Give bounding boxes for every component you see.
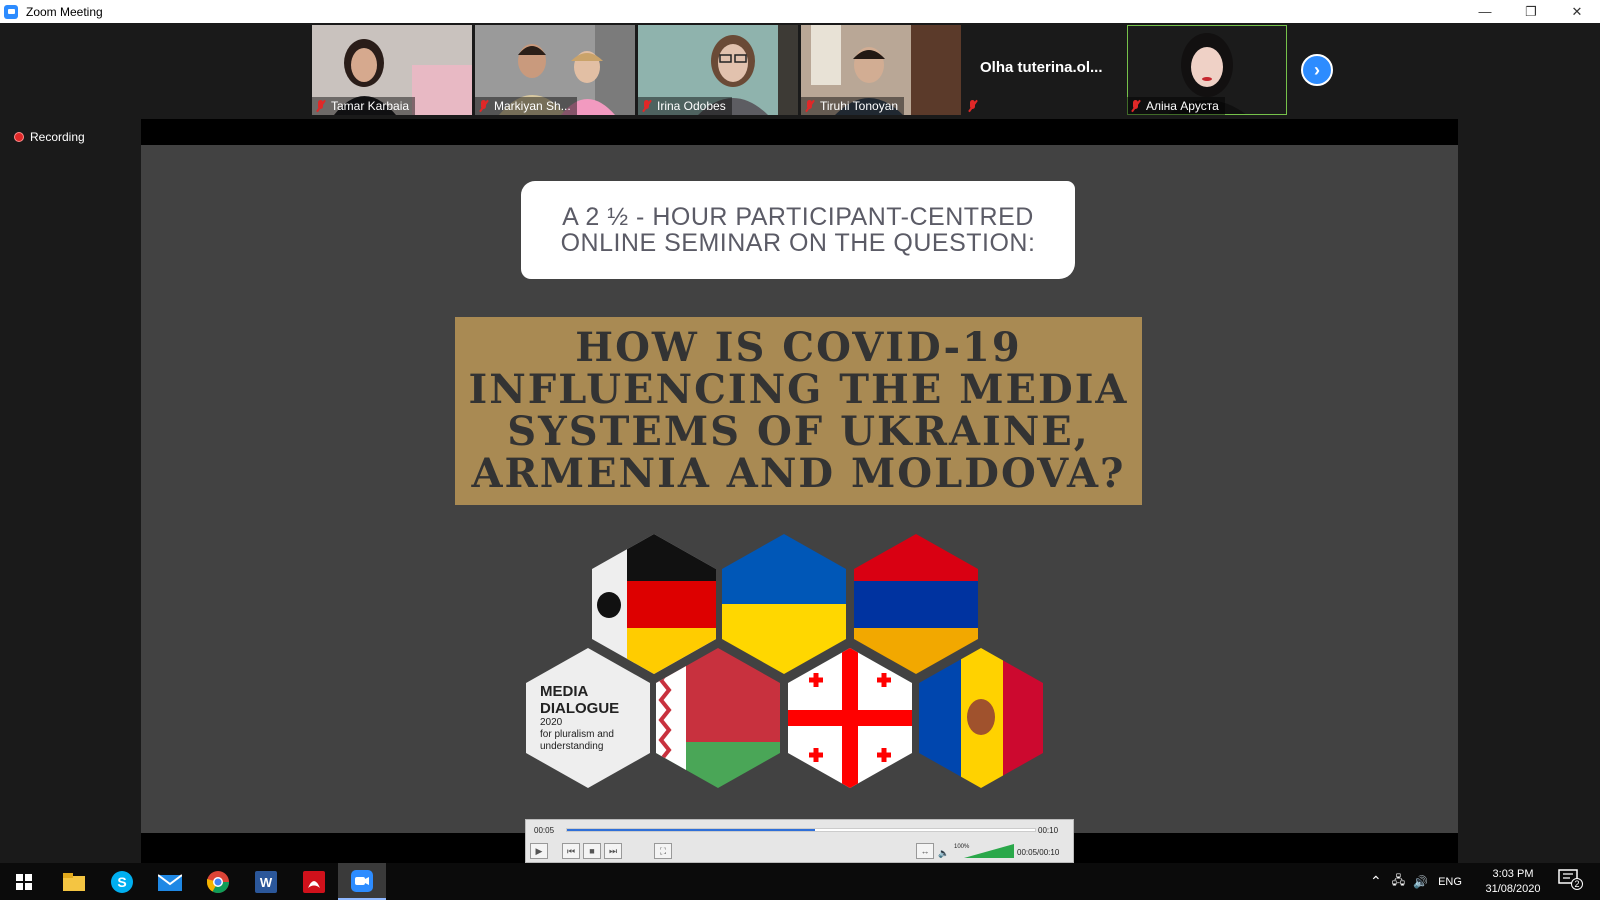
stretch-icon: ↔ — [920, 846, 930, 856]
mic-muted-icon — [1131, 100, 1140, 112]
window-title: Zoom Meeting — [26, 4, 103, 19]
mic-muted-icon — [968, 100, 977, 112]
elapsed-time: 00:05 — [534, 826, 555, 835]
taskbar-clock[interactable]: 3:03 PM 31/08/2020 — [1478, 867, 1548, 897]
georgia-flag-hexagon — [788, 648, 912, 788]
svg-text:S: S — [117, 874, 126, 890]
folder-icon — [63, 872, 85, 891]
windows-start-button[interactable] — [0, 863, 48, 900]
participant-tile[interactable]: Tiruhi Tonoyan — [801, 25, 961, 115]
participant-tile-active-speaker[interactable]: Аліна Аруста — [1127, 25, 1287, 115]
participant-tile[interactable]: Irina Odobes — [638, 25, 798, 115]
window-titlebar: Zoom Meeting — ❐ ✕ — [0, 0, 1600, 23]
taskbar-skype[interactable]: S — [98, 863, 146, 900]
skype-icon: S — [111, 870, 133, 893]
taskbar-mail[interactable] — [146, 863, 194, 900]
taskbar-zoom[interactable] — [338, 863, 386, 900]
windows-logo-icon — [16, 873, 32, 890]
moldova-flag-hexagon — [919, 648, 1043, 788]
skip-forward-icon: ⏭ — [608, 845, 618, 856]
participant-tile[interactable]: Tamar Karbaia — [312, 25, 472, 115]
armenia-flag-hexagon — [854, 534, 978, 674]
clock-date: 31/08/2020 — [1485, 883, 1541, 895]
fullscreen-button[interactable]: ⛶ — [654, 843, 672, 859]
recording-label: Recording — [30, 130, 85, 144]
participant-name: Tamar Karbaia — [331, 99, 410, 113]
word-icon: W — [255, 870, 277, 893]
zoom-icon — [351, 869, 373, 892]
volume-slider[interactable] — [964, 842, 1014, 858]
participant-name: Irina Odobes — [657, 99, 726, 113]
taskbar-acrobat[interactable] — [290, 863, 338, 900]
chevron-right-icon: › — [1314, 59, 1320, 80]
total-time: 00:10 — [1038, 826, 1059, 835]
mic-muted-icon — [642, 100, 651, 112]
time-readout: 00:05/00:10 — [1017, 848, 1060, 857]
seek-bar-fill — [567, 829, 816, 831]
belarus-flag-hexagon — [656, 648, 780, 788]
stop-button[interactable]: ■ — [583, 843, 601, 859]
fullscreen-icon: ⛶ — [659, 845, 667, 856]
taskbar-chrome[interactable] — [194, 863, 242, 900]
shared-screen: A 2 ½ - HOUR PARTICIPANT-CENTRED ONLINE … — [141, 119, 1458, 863]
language-indicator[interactable]: ENG — [1438, 876, 1462, 888]
recording-indicator[interactable]: Recording — [14, 130, 85, 144]
mail-icon — [158, 873, 182, 891]
mic-muted-icon — [479, 100, 488, 112]
svg-text:W: W — [260, 875, 273, 890]
stretch-button[interactable]: ↔ — [916, 843, 934, 859]
skip-back-icon: ⏮ — [566, 845, 576, 856]
flag-hexagons — [526, 534, 1043, 788]
restore-button[interactable]: ❐ — [1508, 0, 1554, 23]
windows-taskbar: S W ⌃ 🖧 🔊 ENG 3:03 PM 31/08/2020 2 — [0, 863, 1600, 900]
participant-name: Аліна Аруста — [1146, 99, 1219, 113]
taskbar-word[interactable]: W — [242, 863, 290, 900]
seek-bar[interactable] — [566, 828, 1036, 832]
volume-icon[interactable]: 🔊 — [1413, 875, 1428, 889]
volume-label: 100% — [954, 844, 970, 850]
media-player-controls: 00:05 00:10 ▶ ⏮ ■ ⏭ ⛶ ↔ 🔈 100% 00:05/00:… — [525, 819, 1074, 863]
next-button[interactable]: ⏭ — [604, 843, 622, 859]
network-icon[interactable]: 🖧 — [1392, 871, 1405, 892]
participant-strip: Tamar Karbaia Markiyan Sh... Irina Odobe… — [312, 25, 1287, 115]
previous-button[interactable]: ⏮ — [562, 843, 580, 859]
participant-name: Olha tuterina.ol... — [980, 59, 1103, 76]
participant-tile[interactable]: Markiyan Sh... — [475, 25, 635, 115]
mic-muted-icon — [316, 100, 325, 112]
notification-count: 2 — [1571, 878, 1583, 890]
ukraine-flag-hexagon — [722, 534, 846, 674]
record-dot-icon — [14, 132, 24, 142]
participant-tile[interactable]: Olha tuterina.ol... — [964, 25, 1124, 115]
chrome-icon — [207, 870, 229, 893]
play-icon: ▶ — [535, 845, 543, 856]
notification-center-button[interactable]: 2 — [1558, 869, 1584, 893]
chevron-up-icon[interactable]: ⌃ — [1370, 873, 1382, 890]
acrobat-icon — [303, 870, 325, 893]
minimize-button[interactable]: — — [1462, 0, 1508, 23]
clock-time: 3:03 PM — [1492, 868, 1534, 880]
participant-name: Tiruhi Tonoyan — [820, 99, 899, 113]
mic-muted-icon — [805, 100, 814, 112]
close-button[interactable]: ✕ — [1554, 0, 1600, 23]
next-page-button[interactable]: › — [1301, 54, 1333, 86]
speaker-icon: 🔈 — [938, 848, 950, 858]
meeting-area: Tamar Karbaia Markiyan Sh... Irina Odobe… — [0, 23, 1600, 863]
zoom-app-icon — [4, 4, 18, 19]
stop-icon: ■ — [589, 846, 595, 856]
media-dialogue-logo-text: MEDIA DIALOGUE 2020 for pluralism and un… — [540, 683, 620, 752]
system-tray: ⌃ 🖧 🔊 ENG — [1370, 863, 1462, 900]
taskbar-file-explorer[interactable] — [50, 863, 98, 900]
germany-flag-hexagon — [592, 534, 716, 674]
participant-name: Markiyan Sh... — [494, 99, 571, 113]
play-button[interactable]: ▶ — [530, 843, 548, 859]
presentation-slide: A 2 ½ - HOUR PARTICIPANT-CENTRED ONLINE … — [141, 145, 1458, 833]
